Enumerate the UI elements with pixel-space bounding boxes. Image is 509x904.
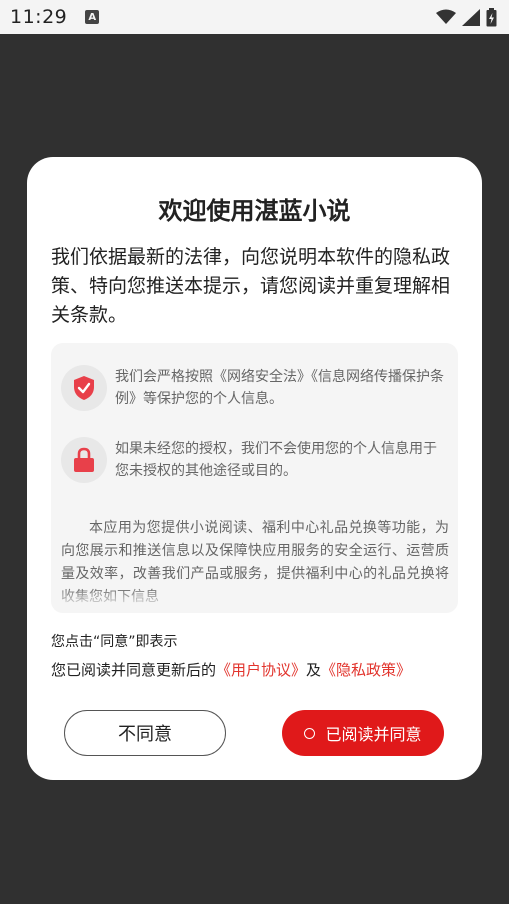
agree-button-label: 已阅读并同意: [325, 725, 422, 744]
info-text-lock: 如果未经您的授权，我们不会使用您的个人信息用于您未授权的其他途径或目的。: [115, 441, 437, 479]
agree-button[interactable]: 已阅读并同意: [282, 710, 444, 756]
notification-a-icon: A: [85, 10, 100, 24]
wifi-icon: [436, 9, 456, 24]
consent-text: 您已阅读并同意更新后的: [51, 661, 217, 679]
info-item-lock: 如果未经您的授权，我们不会使用您的个人信息用于您未授权的其他途径或目的。: [61, 437, 445, 483]
privacy-info-box[interactable]: 我们会严格按照《网络安全法》《信息网络传播保护条例》等保护您的个人信息。 如果未…: [51, 343, 458, 613]
consent-and: 及: [306, 661, 322, 679]
info-text-shield: 我们会严格按照《网络安全法》《信息网络传播保护条例》等保护您的个人信息。: [115, 369, 444, 407]
dialog-title: 欢迎使用湛蓝小说: [158, 197, 351, 225]
status-icons: [436, 7, 497, 27]
dialog-intro: 我们依据最新的法律，向您说明本软件的隐私政策、特向您推送本提示，请您阅读并重复理…: [51, 246, 451, 326]
privacy-policy-link[interactable]: 《隐私政策》: [321, 661, 411, 679]
privacy-dialog: 欢迎使用湛蓝小说 我们依据最新的法律，向您说明本软件的隐私政策、特向您推送本提示…: [27, 157, 482, 780]
shield-icon: [61, 365, 107, 411]
info-item-shield: 我们会严格按照《网络安全法》《信息网络传播保护条例》等保护您的个人信息。: [61, 365, 445, 411]
consent-prefix: 您点击“同意”即表示: [51, 634, 178, 650]
user-agreement-link[interactable]: 《用户协议》: [216, 661, 306, 679]
status-time: 11:29: [10, 6, 68, 28]
lock-icon: [61, 437, 107, 483]
agree-radio-icon[interactable]: [304, 727, 316, 739]
battery-icon: [486, 7, 497, 26]
consent-line: 您已阅读并同意更新后的《用户协议》及《隐私政策》: [51, 659, 411, 680]
signal-icon: [462, 8, 480, 26]
scroll-fade: [51, 587, 458, 613]
disagree-button[interactable]: 不同意: [64, 710, 226, 756]
status-bar: 11:29 A: [0, 0, 509, 34]
